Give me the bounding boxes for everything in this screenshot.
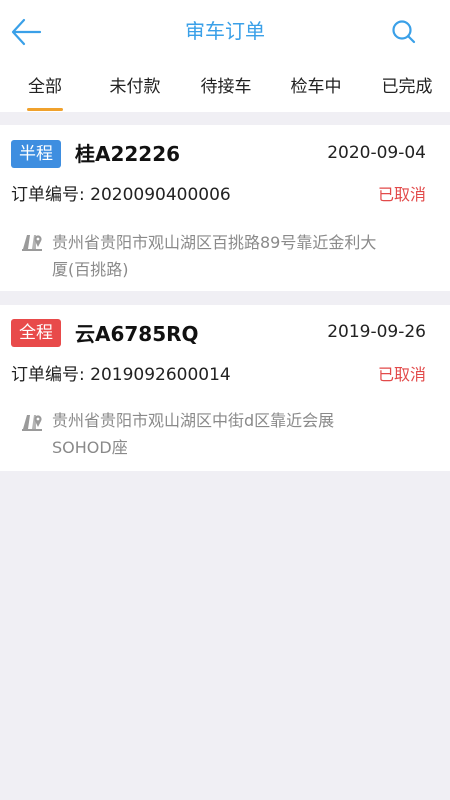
pickup-address: 贵州省贵阳市观山湖区中街d区靠近会展 SOHOD座 bbox=[52, 407, 432, 461]
plate-number: 云A6785RQ bbox=[75, 322, 199, 346]
address-line: 贵州省贵阳市观山湖区中街d区靠近会展 bbox=[52, 411, 335, 430]
tab-awaiting-pickup[interactable]: 待接车 bbox=[183, 62, 269, 112]
order-status-tabs: 全部 未付款 待接车 检车中 已完成 bbox=[0, 62, 450, 112]
tab-inspecting[interactable]: 检车中 bbox=[273, 62, 359, 112]
order-number-label: 订单编号: bbox=[11, 365, 85, 385]
back-button[interactable] bbox=[8, 14, 46, 50]
order-date: 2019-09-26 bbox=[327, 322, 426, 342]
order-number-value: 2019092600014 bbox=[90, 365, 231, 385]
active-tab-indicator bbox=[27, 108, 63, 111]
order-date: 2020-09-04 bbox=[327, 143, 426, 163]
pickup-address: 贵州省贵阳市观山湖区百挑路89号靠近金利大 厦(百挑路) bbox=[52, 229, 432, 283]
order-status: 已取消 bbox=[377, 185, 426, 204]
search-button[interactable] bbox=[388, 16, 420, 48]
order-number: 订单编号: 2020090400006 bbox=[11, 183, 231, 207]
order-card[interactable]: 半程 桂A22226 2020-09-04 订单编号: 202009040000… bbox=[0, 125, 450, 291]
address-line: 贵州省贵阳市观山湖区百挑路89号靠近金利大 bbox=[52, 233, 377, 252]
location-pin-icon bbox=[22, 415, 42, 431]
arrow-left-icon bbox=[11, 18, 42, 46]
location-pin-icon bbox=[22, 235, 42, 251]
order-number-value: 2020090400006 bbox=[90, 185, 231, 205]
order-number: 订单编号: 2019092600014 bbox=[11, 363, 231, 387]
address-line: 厦(百挑路) bbox=[52, 260, 129, 279]
trip-type-badge: 全程 bbox=[11, 319, 61, 347]
plate-number: 桂A22226 bbox=[75, 142, 181, 166]
order-number-label: 订单编号: bbox=[11, 185, 85, 205]
address-line: SOHOD座 bbox=[52, 438, 128, 457]
app-header: 审车订单 bbox=[0, 0, 450, 62]
search-icon bbox=[392, 20, 416, 44]
order-card[interactable]: 全程 云A6785RQ 2019-09-26 订单编号: 20190926000… bbox=[0, 305, 450, 471]
tab-completed[interactable]: 已完成 bbox=[364, 62, 450, 112]
tab-all[interactable]: 全部 bbox=[5, 62, 85, 112]
page-title: 审车订单 bbox=[185, 19, 265, 43]
order-status: 已取消 bbox=[377, 365, 426, 384]
tab-unpaid[interactable]: 未付款 bbox=[92, 62, 178, 112]
trip-type-badge: 半程 bbox=[11, 140, 61, 168]
